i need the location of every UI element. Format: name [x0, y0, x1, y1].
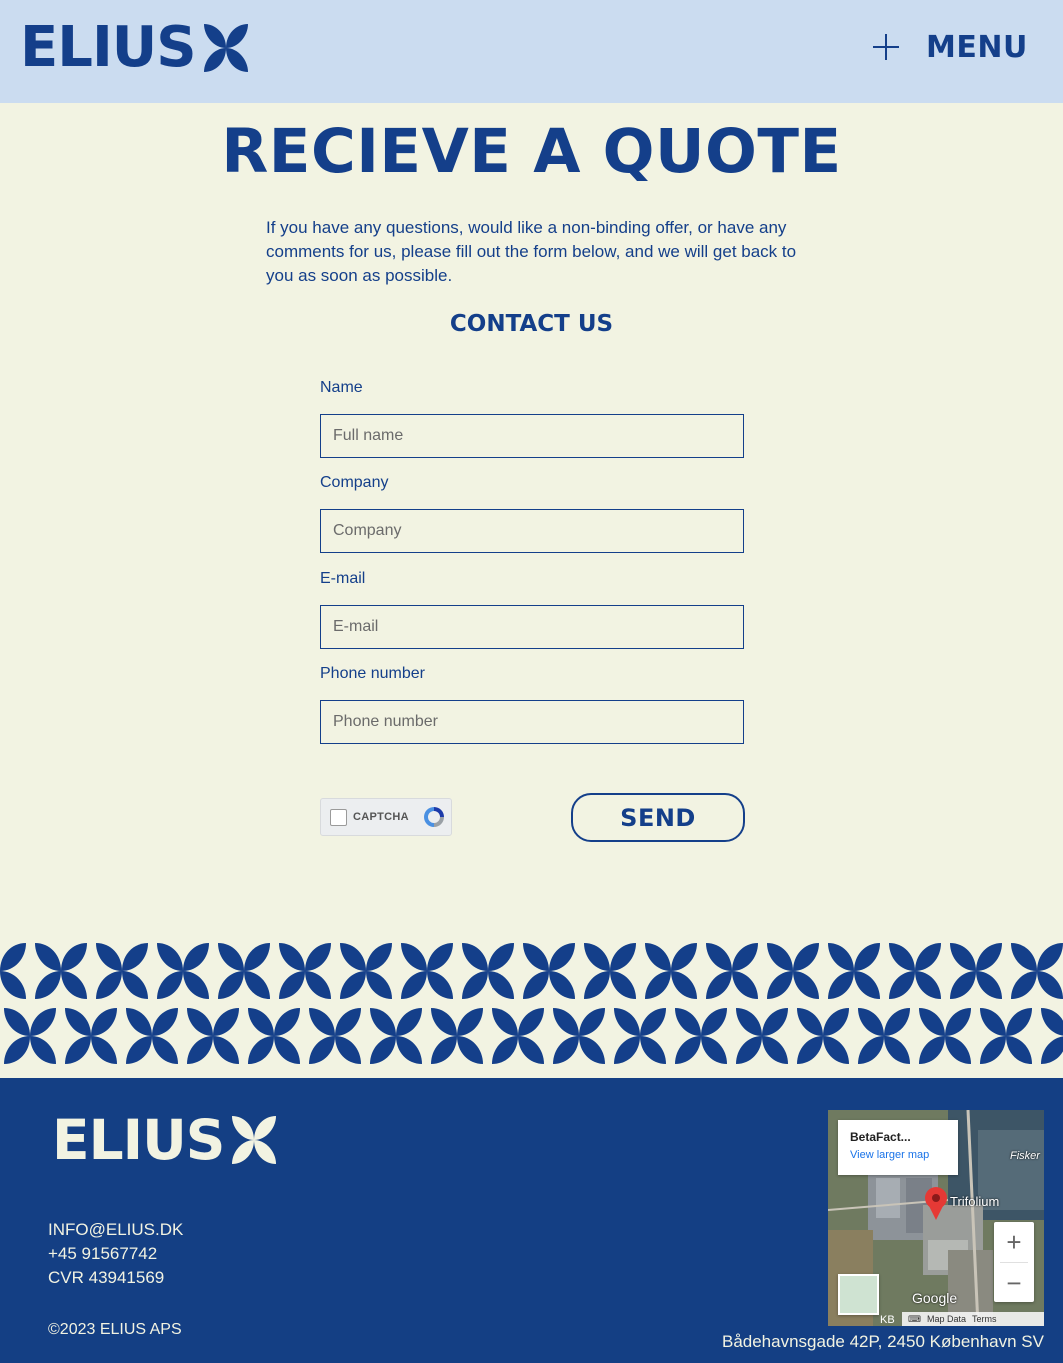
footer-cvr: CVR 43941569 [48, 1268, 165, 1287]
footer-logo-wordmark: ELIUS [52, 1108, 225, 1172]
footer-email-link[interactable]: INFO@ELIUS.DK [48, 1218, 183, 1242]
name-label: Name [320, 379, 363, 396]
clover-pattern-tile [309, 1008, 361, 1064]
map-street-label: Fisker [1010, 1150, 1040, 1162]
clover-pattern-tile [492, 1008, 544, 1064]
clover-pattern-tile [279, 943, 331, 999]
map-terms-link[interactable]: Terms [972, 1314, 997, 1324]
clover-pattern-divider [0, 943, 1063, 1064]
footer-address: Bådehavnsgade 42P, 2450 København SV [721, 1332, 1044, 1351]
clover-pattern-tile [523, 943, 575, 999]
footer-contact-info: INFO@ELIUS.DK +45 91567742 CVR 43941569 [48, 1218, 183, 1290]
clover-pattern-tile [431, 1008, 483, 1064]
clover-pattern-tile [675, 1008, 727, 1064]
footer-copyright: ©2023 ELIUS APS [48, 1321, 182, 1338]
map-zoom-out-button[interactable]: − [994, 1263, 1034, 1303]
clover-pattern-tile [248, 1008, 300, 1064]
map-layer-toggle[interactable] [838, 1274, 879, 1315]
google-logo: Google [912, 1290, 958, 1306]
clover-pattern-tile [401, 943, 453, 999]
site-header: ELIUS MENU [0, 0, 1063, 103]
email-input[interactable] [320, 605, 744, 649]
clover-pattern-tile [340, 943, 392, 999]
map-place-card: BetaFact... View larger map [838, 1120, 958, 1175]
footer-logo[interactable]: ELIUS [52, 1110, 280, 1170]
clover-pattern-tile [645, 943, 697, 999]
map-zoom-in-button[interactable]: + [994, 1222, 1034, 1262]
menu-button[interactable]: MENU [868, 24, 1028, 70]
clover-pattern-tile [1041, 1008, 1063, 1064]
clover-logo-icon [203, 24, 248, 72]
map-attribution-bar: ⌨ Map Data Terms [902, 1312, 1044, 1326]
clover-pattern-tile [218, 943, 270, 999]
keyboard-icon[interactable]: ⌨ [908, 1314, 921, 1325]
phone-input[interactable] [320, 700, 744, 744]
embedded-map[interactable]: BetaFact... View larger map Fisker Trifo… [828, 1110, 1044, 1326]
footer-clover-logo-icon [232, 1116, 277, 1164]
page-title: RECIEVE A QUOTE [221, 116, 842, 187]
intro-text: If you have any questions, would like a … [266, 218, 797, 285]
clover-pattern-tile [65, 1008, 117, 1064]
captcha-widget: CAPTCHA [320, 798, 452, 836]
view-larger-map-link[interactable]: View larger map [850, 1149, 958, 1161]
clover-pattern-tile [4, 1008, 56, 1064]
recaptcha-icon [423, 807, 444, 827]
clover-pattern-tile [126, 1008, 178, 1064]
clover-pattern-tile [0, 943, 26, 999]
menu-label: MENU [926, 29, 1028, 65]
clover-pattern-tile [706, 943, 758, 999]
logo-wordmark: ELIUS [20, 15, 197, 80]
site-footer: ELIUS INFO@ELIUS.DK +45 91567742 CVR 439… [0, 1078, 1063, 1363]
captcha-checkbox[interactable] [330, 808, 347, 826]
name-input[interactable] [320, 414, 744, 458]
clover-pattern-tile [736, 1008, 788, 1064]
clover-pattern-tile [553, 1008, 605, 1064]
clover-pattern-tile [584, 943, 636, 999]
clover-pattern-tile [858, 1008, 910, 1064]
footer-phone-link[interactable]: +45 91567742 [48, 1242, 183, 1266]
clover-pattern-tile [157, 943, 209, 999]
map-kb-label: KB [880, 1314, 895, 1326]
clover-pattern-tile [797, 1008, 849, 1064]
clover-pattern-tile [767, 943, 819, 999]
header-logo[interactable]: ELIUS [20, 18, 252, 78]
map-data-link[interactable]: Map Data [927, 1314, 966, 1324]
company-input[interactable] [320, 509, 744, 553]
map-zoom-controls: + − [994, 1222, 1034, 1302]
clover-pattern-tile [35, 943, 87, 999]
company-label: Company [320, 474, 389, 491]
map-pin-label: Trifolium [950, 1194, 1000, 1209]
clover-pattern-tile [980, 1008, 1032, 1064]
clover-pattern-tile [1011, 943, 1063, 999]
clover-pattern-tile [370, 1008, 422, 1064]
clover-pattern-tile [950, 943, 1002, 999]
contact-heading: CONTACT US [449, 311, 614, 337]
send-button[interactable]: SEND [571, 793, 745, 842]
clover-pattern-tile [614, 1008, 666, 1064]
map-place-title: BetaFact... [850, 1130, 911, 1144]
clover-pattern-tile [462, 943, 514, 999]
plus-icon [868, 29, 904, 65]
clover-pattern-tile [889, 943, 941, 999]
email-label: E-mail [320, 570, 366, 587]
phone-label: Phone number [320, 665, 425, 682]
captcha-label: CAPTCHA [353, 811, 409, 823]
clover-pattern-tile [96, 943, 148, 999]
clover-pattern-tile [919, 1008, 971, 1064]
clover-pattern-tile [187, 1008, 239, 1064]
clover-pattern-tile [828, 943, 880, 999]
